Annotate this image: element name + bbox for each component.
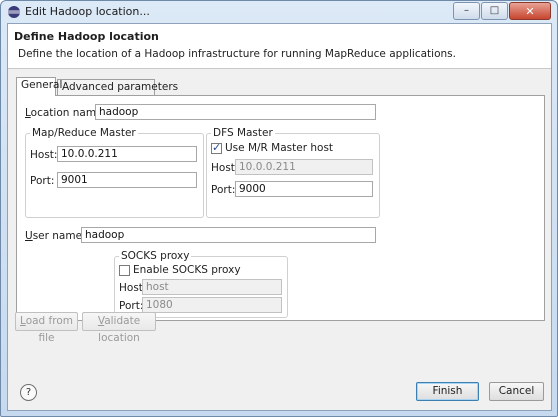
maximize-icon: □ xyxy=(489,5,500,16)
use-mr-master-host-label[interactable]: Use M/R Master host xyxy=(225,142,333,154)
tab-advanced-label: Advanced parameters xyxy=(62,81,179,93)
dfs-master-group: DFS Master Use M/R Master host Host: Por… xyxy=(206,127,380,218)
dialog-client: Define Hadoop location Define the locati… xyxy=(7,23,552,411)
socks-port-label: Port: xyxy=(119,300,144,312)
location-name-input[interactable] xyxy=(95,104,376,120)
tab-advanced-parameters[interactable]: Advanced parameters xyxy=(57,79,178,95)
mr-port-input[interactable] xyxy=(57,172,197,188)
location-name-label: Location name: xyxy=(25,107,107,119)
user-name-label: User name: xyxy=(25,230,86,242)
socks-proxy-title: SOCKS proxy xyxy=(119,250,192,262)
close-icon: ✕ xyxy=(525,4,535,18)
window-title: Edit Hadoop location... xyxy=(25,5,150,18)
close-button[interactable]: ✕ xyxy=(509,2,551,20)
dialog-window: Edit Hadoop location... – □ ✕ Define Had… xyxy=(0,0,558,417)
dfs-master-title: DFS Master xyxy=(211,127,275,139)
tab-general-label: General xyxy=(21,79,63,91)
title-bar[interactable]: Edit Hadoop location... – □ ✕ xyxy=(1,1,557,23)
enable-socks-proxy-checkbox[interactable] xyxy=(119,265,130,276)
minimize-button[interactable]: – xyxy=(453,2,480,20)
help-icon[interactable]: ? xyxy=(20,384,37,401)
enable-socks-proxy-label[interactable]: Enable SOCKS proxy xyxy=(133,264,241,276)
socks-host-input[interactable] xyxy=(142,279,282,295)
validate-location-button[interactable]: Validate location xyxy=(82,312,156,344)
header-title: Define Hadoop location xyxy=(14,30,159,43)
mr-host-input[interactable] xyxy=(57,146,197,162)
mr-host-label: Host: xyxy=(30,149,58,161)
mapreduce-master-title: Map/Reduce Master xyxy=(30,127,138,139)
tab-general[interactable]: General xyxy=(16,77,62,96)
dfs-host-input[interactable] xyxy=(235,159,373,175)
user-name-input[interactable] xyxy=(81,227,376,243)
dialog-header: Define Hadoop location Define the locati… xyxy=(8,24,551,69)
load-from-file-button[interactable]: Load from file xyxy=(15,312,78,344)
mapreduce-master-group: Map/Reduce Master Host: Port: xyxy=(25,127,204,218)
eclipse-app-icon xyxy=(8,6,20,18)
dfs-port-label: Port: xyxy=(211,184,236,196)
maximize-button[interactable]: □ xyxy=(481,2,508,20)
header-description: Define the location of a Hadoop infrastr… xyxy=(18,48,456,60)
socks-proxy-group: SOCKS proxy Enable SOCKS proxy Host: Por… xyxy=(114,250,288,318)
socks-port-input[interactable] xyxy=(142,297,282,313)
minimize-icon: – xyxy=(464,5,469,16)
cancel-button[interactable]: Cancel xyxy=(489,382,544,401)
dfs-port-input[interactable] xyxy=(235,181,373,197)
use-mr-master-host-checkbox[interactable] xyxy=(211,141,222,154)
general-tab-panel: Location name: Map/Reduce Master Host: P… xyxy=(16,95,545,321)
mr-port-label: Port: xyxy=(30,175,55,187)
finish-button[interactable]: Finish xyxy=(416,382,479,401)
